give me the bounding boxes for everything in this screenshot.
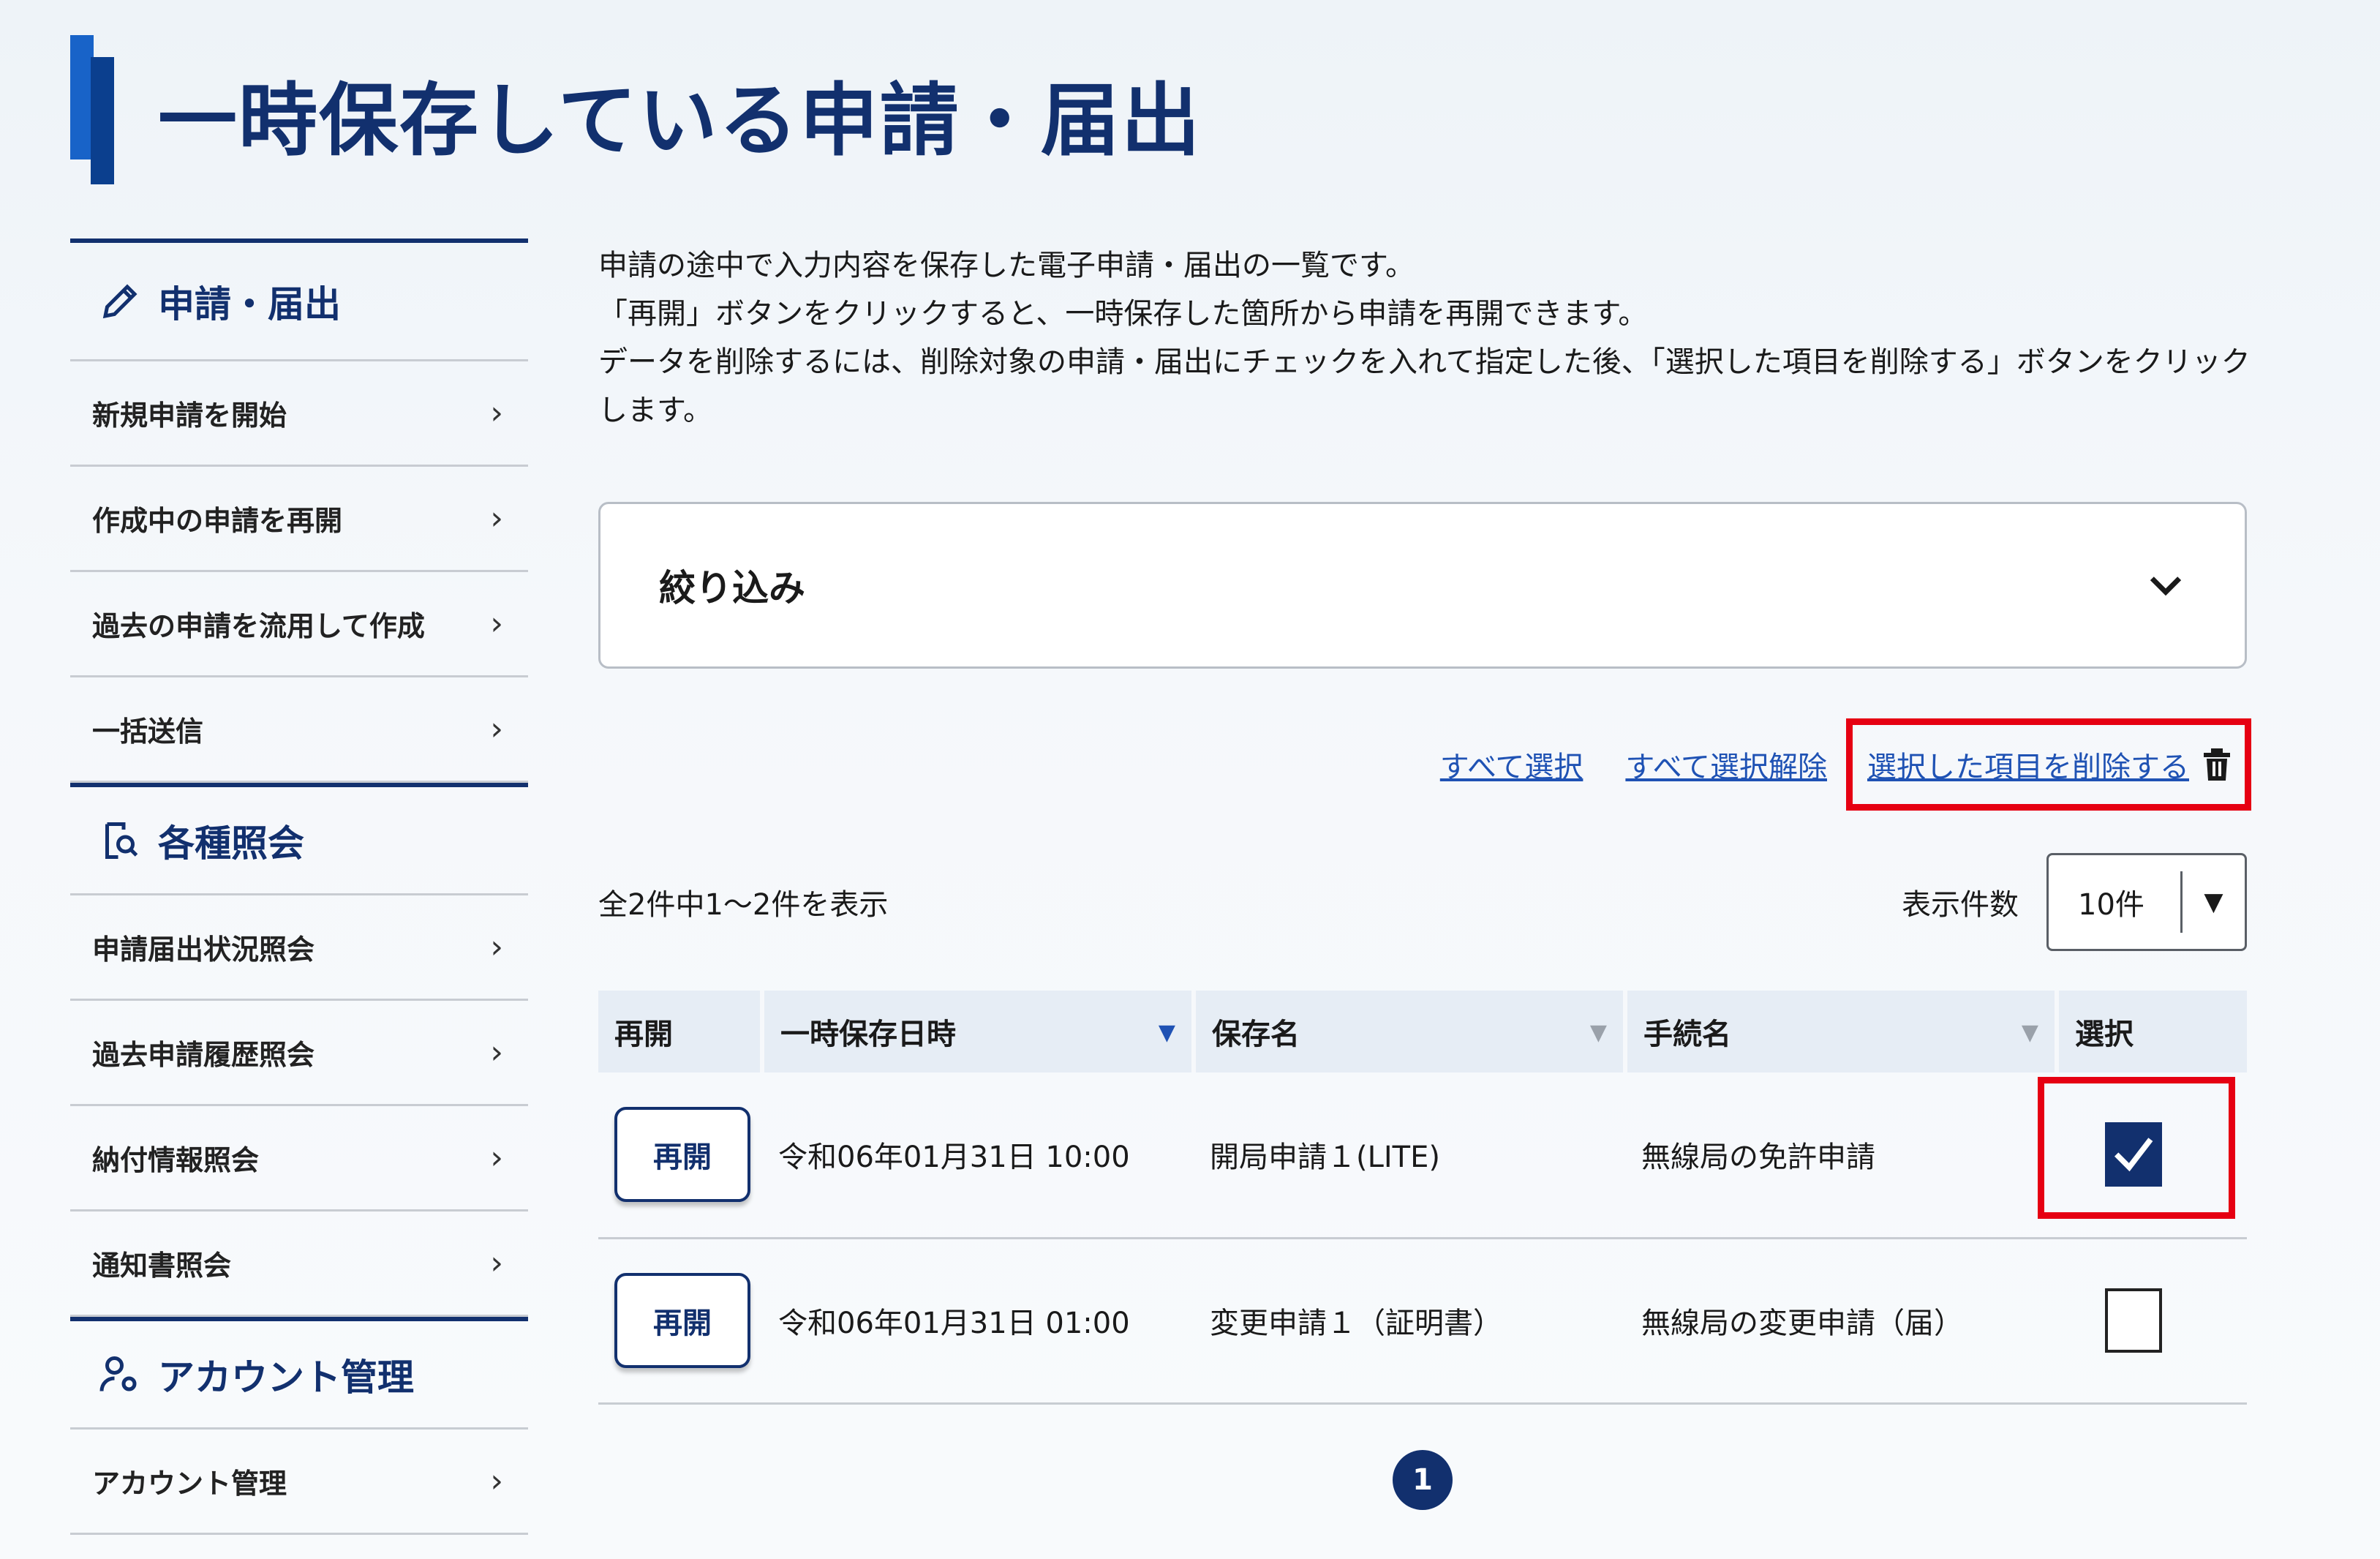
sidebar-item-notice-inquiry[interactable]: 通知書照会 ›	[70, 1211, 528, 1317]
procedure-cell: 無線局の変更申請（届）	[1641, 1307, 1963, 1340]
chevron-down-icon	[2150, 576, 2182, 596]
sidebar-heading-label: 各種照会	[158, 822, 304, 865]
title-accent-bar	[70, 35, 114, 184]
row-checkbox[interactable]	[2105, 1288, 2162, 1353]
table-row: 再開 令和06年01月31日 10:00 開局申請１(LITE) 無線局の免許申…	[598, 1072, 2247, 1238]
bulk-actions: すべて選択 すべて選択解除 選択した項目を削除する	[1398, 717, 2251, 812]
per-page-control: 表示件数 10件 ▼	[1902, 853, 2247, 951]
description-line: データを削除するには、削除対象の申請・届出にチェックを入れて指定した後、「選択し…	[598, 345, 2251, 379]
saved-applications-table: 再開 一時保存日時 ▼ 保存名 ▼ 手続名 ▼ 選択 再開 令和06年01月31日 1…	[598, 991, 2247, 1405]
column-header-save-name[interactable]: 保存名 ▼	[1194, 991, 1627, 1072]
sidebar-item-label: 納付情報照会	[92, 1144, 260, 1176]
sidebar-item-payment-inquiry[interactable]: 納付情報照会 ›	[70, 1106, 528, 1211]
description-line: 「再開」ボタンをクリックすると、一時保存した箇所から申請を再開できます。	[598, 297, 1648, 331]
result-count: 全2件中1〜2件を表示	[598, 888, 889, 922]
deselect-all-link[interactable]: すべて選択解除	[1625, 743, 1827, 786]
sidebar-heading-label: アカウント管理	[158, 1356, 414, 1399]
column-header-saved-at[interactable]: 一時保存日時 ▼	[762, 991, 1196, 1072]
sidebar-heading-label: 申請・届出	[158, 282, 341, 326]
list-controls: 全2件中1〜2件を表示 表示件数 10件 ▼	[598, 853, 2247, 951]
description-line: 申請の途中で入力内容を保存した電子申請・届出の一覧です。	[598, 249, 1415, 282]
select-all-link[interactable]: すべて選択	[1440, 743, 1583, 786]
sidebar-item-label: 過去の申請を流用して作成	[92, 610, 425, 642]
table-header-row: 再開 一時保存日時 ▼ 保存名 ▼ 手続名 ▼ 選択	[598, 991, 2247, 1072]
column-header-select: 選択	[2075, 1018, 2134, 1051]
resume-button[interactable]: 再開	[614, 1273, 750, 1368]
chevron-right-icon: ›	[490, 710, 503, 748]
filter-label: 絞り込み	[659, 567, 805, 609]
table-row: 再開 令和06年01月31日 01:00 変更申請１（証明書） 無線局の変更申請…	[598, 1238, 2247, 1403]
column-header-procedure[interactable]: 手続名 ▼	[1625, 991, 2059, 1072]
filter-accordion[interactable]: 絞り込み	[598, 502, 2247, 669]
sort-icon[interactable]: ▼	[1590, 1020, 1607, 1045]
main-content: 申請の途中で入力内容を保存した電子申請・届出の一覧です。 「再開」ボタンをクリッ…	[598, 241, 2251, 1510]
procedure-cell: 無線局の免許申請	[1641, 1141, 1875, 1175]
trash-icon[interactable]	[2202, 748, 2232, 781]
pagination-page-1[interactable]: 1	[1393, 1450, 1453, 1510]
sort-icon[interactable]: ▼	[2022, 1020, 2038, 1045]
chevron-right-icon: ›	[490, 1034, 503, 1071]
sidebar-item-label: 新規申請を開始	[92, 399, 287, 432]
sidebar-item-label: 作成中の申請を再開	[92, 505, 343, 537]
chevron-right-icon: ›	[490, 500, 503, 537]
sidebar-item-label: 申請届出状況照会	[92, 933, 315, 966]
per-page-value: 10件	[2078, 888, 2144, 922]
select-cell	[2057, 1238, 2247, 1403]
per-page-select[interactable]: 10件 ▼	[2046, 853, 2247, 951]
per-page-label: 表示件数	[1902, 888, 2019, 922]
caret-down-icon: ▼	[2204, 887, 2223, 917]
checkbox-highlight	[2038, 1077, 2235, 1219]
chevron-right-icon: ›	[490, 928, 503, 966]
sidebar-heading-application: 申請・届出	[70, 238, 528, 361]
sort-desc-icon[interactable]: ▼	[1159, 1020, 1175, 1045]
sidebar-item-label: 通知書照会	[92, 1250, 232, 1282]
sidebar-item-resume-application[interactable]: 作成中の申請を再開 ›	[70, 467, 528, 572]
sidebar-item-account-management[interactable]: アカウント管理 ›	[70, 1430, 528, 1535]
sidebar-item-reuse-application[interactable]: 過去の申請を流用して作成 ›	[70, 572, 528, 677]
delete-selected-highlight: 選択した項目を削除する	[1846, 718, 2251, 811]
sidebar-item-label: 一括送信	[92, 715, 204, 748]
saved-at-cell: 令和06年01月31日 10:00	[778, 1141, 1130, 1175]
document-search-icon	[105, 822, 138, 859]
pencil-icon	[102, 283, 138, 318]
sidebar-item-batch-send[interactable]: 一括送信 ›	[70, 677, 528, 783]
sidebar-heading-inquiry: 各種照会	[70, 783, 528, 895]
description-line: します。	[598, 394, 712, 427]
save-name-cell: 変更申請１（証明書）	[1210, 1307, 1502, 1340]
chevron-right-icon: ›	[490, 1139, 503, 1176]
save-name-cell: 開局申請１(LITE)	[1210, 1141, 1440, 1175]
chevron-right-icon: ›	[490, 394, 503, 432]
select-cell	[2038, 1072, 2247, 1238]
column-header-resume: 再開	[598, 991, 764, 1072]
page-description: 申請の途中で入力内容を保存した電子申請・届出の一覧です。 「再開」ボタンをクリッ…	[598, 241, 2251, 435]
sidebar-item-label: アカウント管理	[92, 1468, 287, 1500]
sidebar-item-status-inquiry[interactable]: 申請届出状況照会 ›	[70, 895, 528, 1001]
sidebar: 申請・届出 新規申請を開始 › 作成中の申請を再開 › 過去の申請を流用して作成 › …	[70, 238, 528, 1535]
resume-button[interactable]: 再開	[614, 1107, 750, 1203]
chevron-right-icon: ›	[490, 1244, 503, 1282]
chevron-right-icon: ›	[490, 1462, 503, 1500]
sidebar-heading-account: アカウント管理	[70, 1317, 528, 1430]
sidebar-item-label: 過去申請履歴照会	[92, 1039, 315, 1071]
sidebar-item-history-inquiry[interactable]: 過去申請履歴照会 ›	[70, 1001, 528, 1106]
chevron-right-icon: ›	[490, 605, 503, 642]
resume-cell: 再開	[598, 1072, 762, 1238]
user-gear-icon	[99, 1356, 137, 1391]
saved-at-cell: 令和06年01月31日 01:00	[778, 1307, 1130, 1340]
delete-selected-link[interactable]: 選択した項目を削除する	[1867, 743, 2189, 786]
sidebar-item-new-application[interactable]: 新規申請を開始 ›	[70, 361, 528, 467]
resume-cell: 再開	[598, 1238, 762, 1403]
page-title: 一時保存している申請・届出	[158, 75, 1202, 167]
